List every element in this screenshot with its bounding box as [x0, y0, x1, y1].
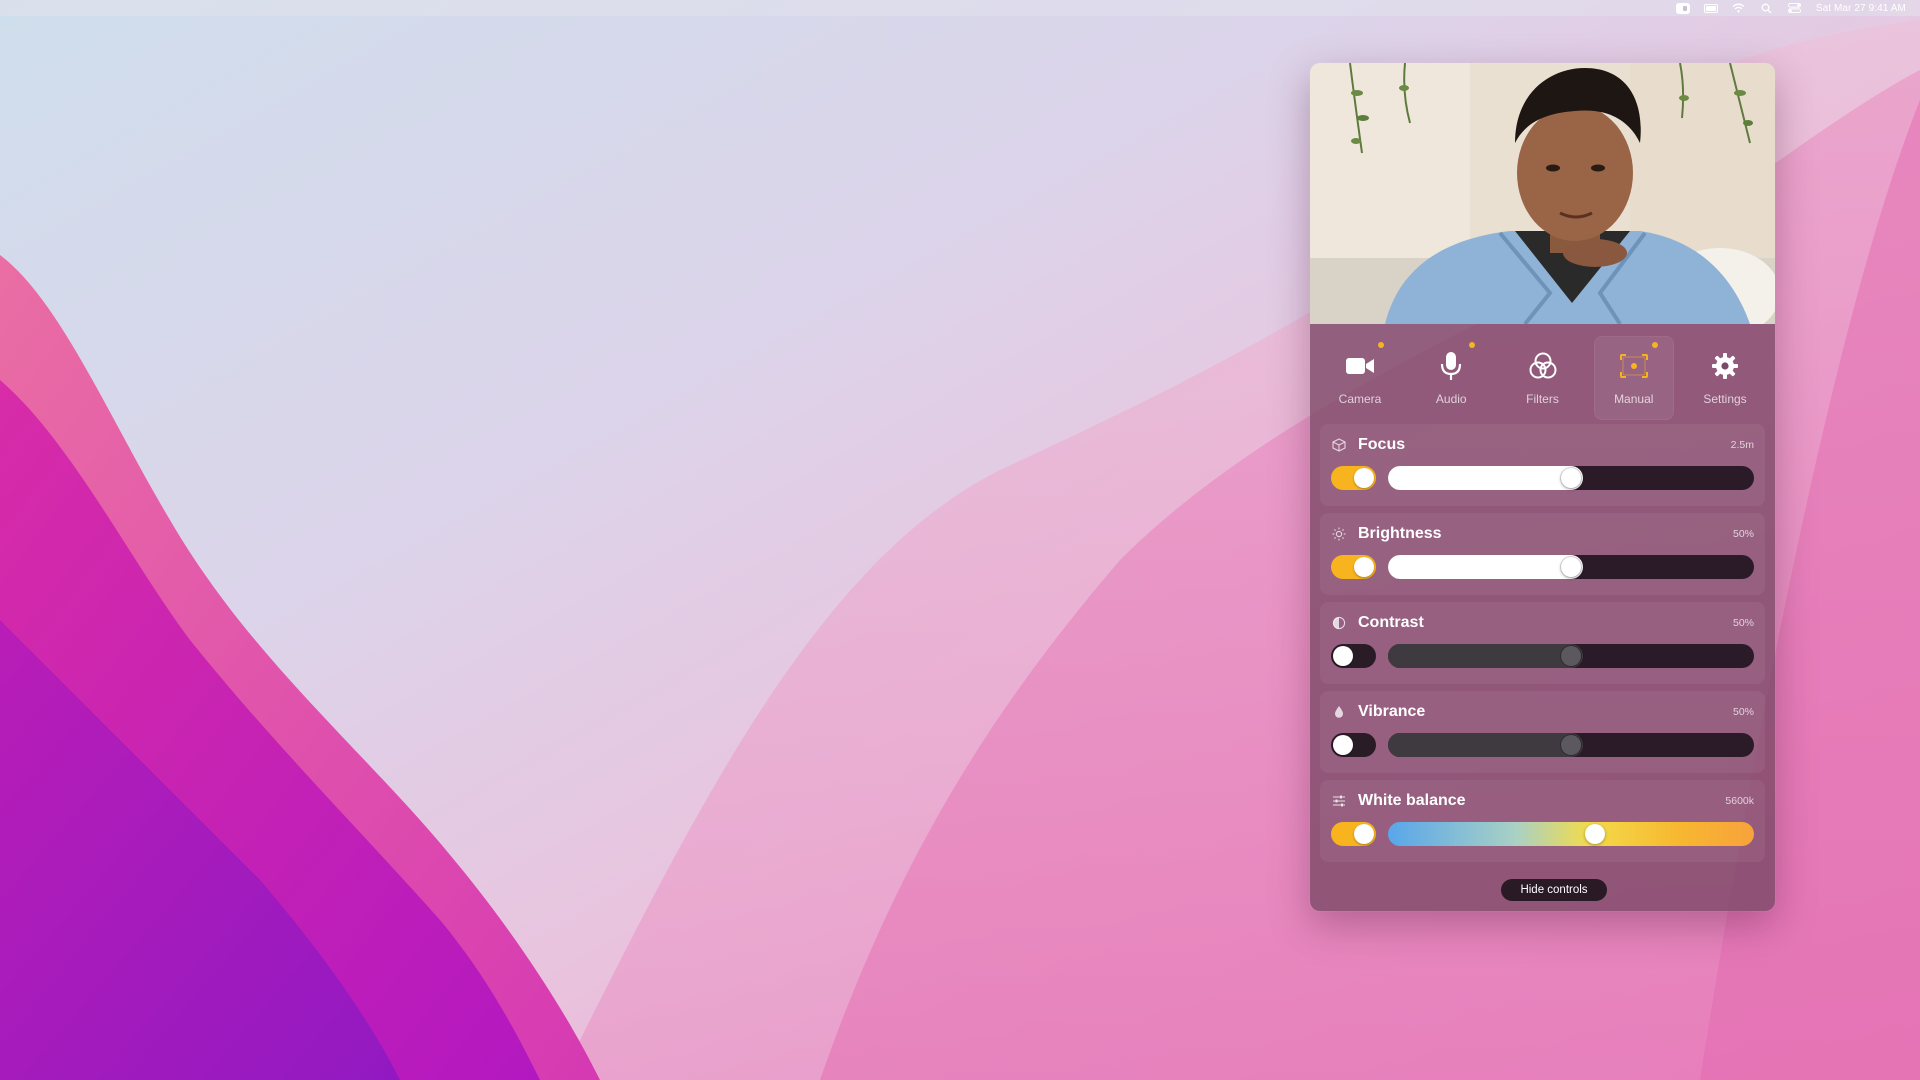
slider-thumb[interactable]	[1561, 735, 1581, 755]
toggle-knob	[1354, 557, 1374, 577]
menu-bar: Sat Mar 27 9:41 AM	[0, 0, 1920, 16]
battery-icon[interactable]	[1703, 2, 1718, 14]
sliders-icon	[1331, 793, 1347, 809]
control-value: 50%	[1732, 617, 1754, 629]
microphone-icon	[1435, 350, 1467, 382]
control-value: 50%	[1732, 706, 1754, 718]
control-value: 5600k	[1725, 795, 1754, 807]
slider-fill	[1388, 555, 1583, 579]
control-row-vibrance: Vibrance 50%	[1320, 691, 1765, 773]
tab-manual[interactable]: Manual	[1593, 336, 1674, 420]
filters-icon	[1527, 350, 1559, 382]
toggle-knob	[1354, 468, 1374, 488]
control-row-brightness: Brightness 50%	[1320, 513, 1765, 595]
camera-control-panel: Camera Audio Filters Manual Settings Foc…	[1310, 63, 1775, 911]
toggle-knob	[1333, 735, 1353, 755]
gear-icon	[1709, 350, 1741, 382]
white-balance-toggle[interactable]	[1331, 822, 1376, 846]
toggle-knob	[1333, 646, 1353, 666]
control-row-focus: Focus 2.5m	[1320, 424, 1765, 506]
control-label: Brightness	[1358, 525, 1442, 542]
cube-icon	[1331, 437, 1347, 453]
camera-active-indicator	[1378, 342, 1384, 348]
tab-label: Settings	[1703, 392, 1747, 406]
wifi-icon[interactable]	[1732, 2, 1746, 14]
menu-bar-clock[interactable]: Sat Mar 27 9:41 AM	[1816, 3, 1906, 14]
toggle-knob	[1354, 824, 1374, 844]
slider-thumb[interactable]	[1561, 557, 1581, 577]
control-center-icon[interactable]	[1788, 2, 1802, 14]
slider-thumb[interactable]	[1584, 824, 1605, 844]
vibrance-slider[interactable]	[1388, 733, 1754, 757]
contrast-toggle[interactable]	[1331, 644, 1376, 668]
contrast-icon	[1331, 615, 1347, 631]
camera-preview	[1310, 63, 1775, 324]
slider-thumb[interactable]	[1561, 468, 1581, 488]
focus-slider[interactable]	[1388, 466, 1754, 490]
camera-preview-image	[1310, 63, 1775, 324]
vibrance-toggle[interactable]	[1331, 733, 1376, 757]
control-label: Contrast	[1358, 614, 1424, 631]
hide-controls-button[interactable]: Hide controls	[1501, 879, 1607, 901]
control-value: 2.5m	[1730, 439, 1754, 451]
control-label: Focus	[1358, 436, 1406, 453]
control-value: 50%	[1732, 528, 1754, 540]
audio-active-indicator	[1469, 342, 1476, 348]
sun-icon	[1331, 526, 1347, 542]
tab-label: Filters	[1526, 392, 1559, 406]
app-icon[interactable]	[1675, 2, 1690, 14]
slider-fill	[1388, 733, 1583, 757]
tab-label: Manual	[1614, 392, 1654, 406]
droplet-icon	[1331, 704, 1347, 720]
manual-controls: Focus 2.5m Brightness 50% Contrast 50% V…	[1310, 424, 1775, 862]
brightness-slider[interactable]	[1388, 555, 1754, 579]
slider-fill	[1388, 644, 1583, 668]
control-row-white-balance: White balance 5600k	[1320, 780, 1765, 862]
video-camera-icon	[1344, 350, 1376, 382]
tab-label: Camera	[1338, 392, 1382, 406]
tab-filters[interactable]: Filters	[1503, 336, 1583, 420]
manual-focus-icon	[1618, 350, 1650, 382]
slider-fill	[1388, 466, 1583, 490]
contrast-slider[interactable]	[1388, 644, 1754, 668]
brightness-toggle[interactable]	[1331, 555, 1376, 579]
tab-bar: Camera Audio Filters Manual Settings	[1310, 324, 1775, 424]
tab-audio[interactable]: Audio	[1411, 336, 1491, 420]
tab-settings[interactable]: Settings	[1685, 336, 1765, 420]
tab-label: Audio	[1435, 392, 1467, 406]
control-label: Vibrance	[1358, 703, 1426, 720]
control-label: White balance	[1358, 792, 1466, 809]
search-icon[interactable]	[1760, 2, 1774, 14]
control-row-contrast: Contrast 50%	[1320, 602, 1765, 684]
slider-thumb[interactable]	[1561, 646, 1581, 666]
manual-active-indicator	[1651, 342, 1658, 348]
white-balance-slider[interactable]	[1388, 822, 1754, 846]
focus-toggle[interactable]	[1331, 466, 1376, 490]
tab-camera[interactable]: Camera	[1320, 336, 1400, 420]
